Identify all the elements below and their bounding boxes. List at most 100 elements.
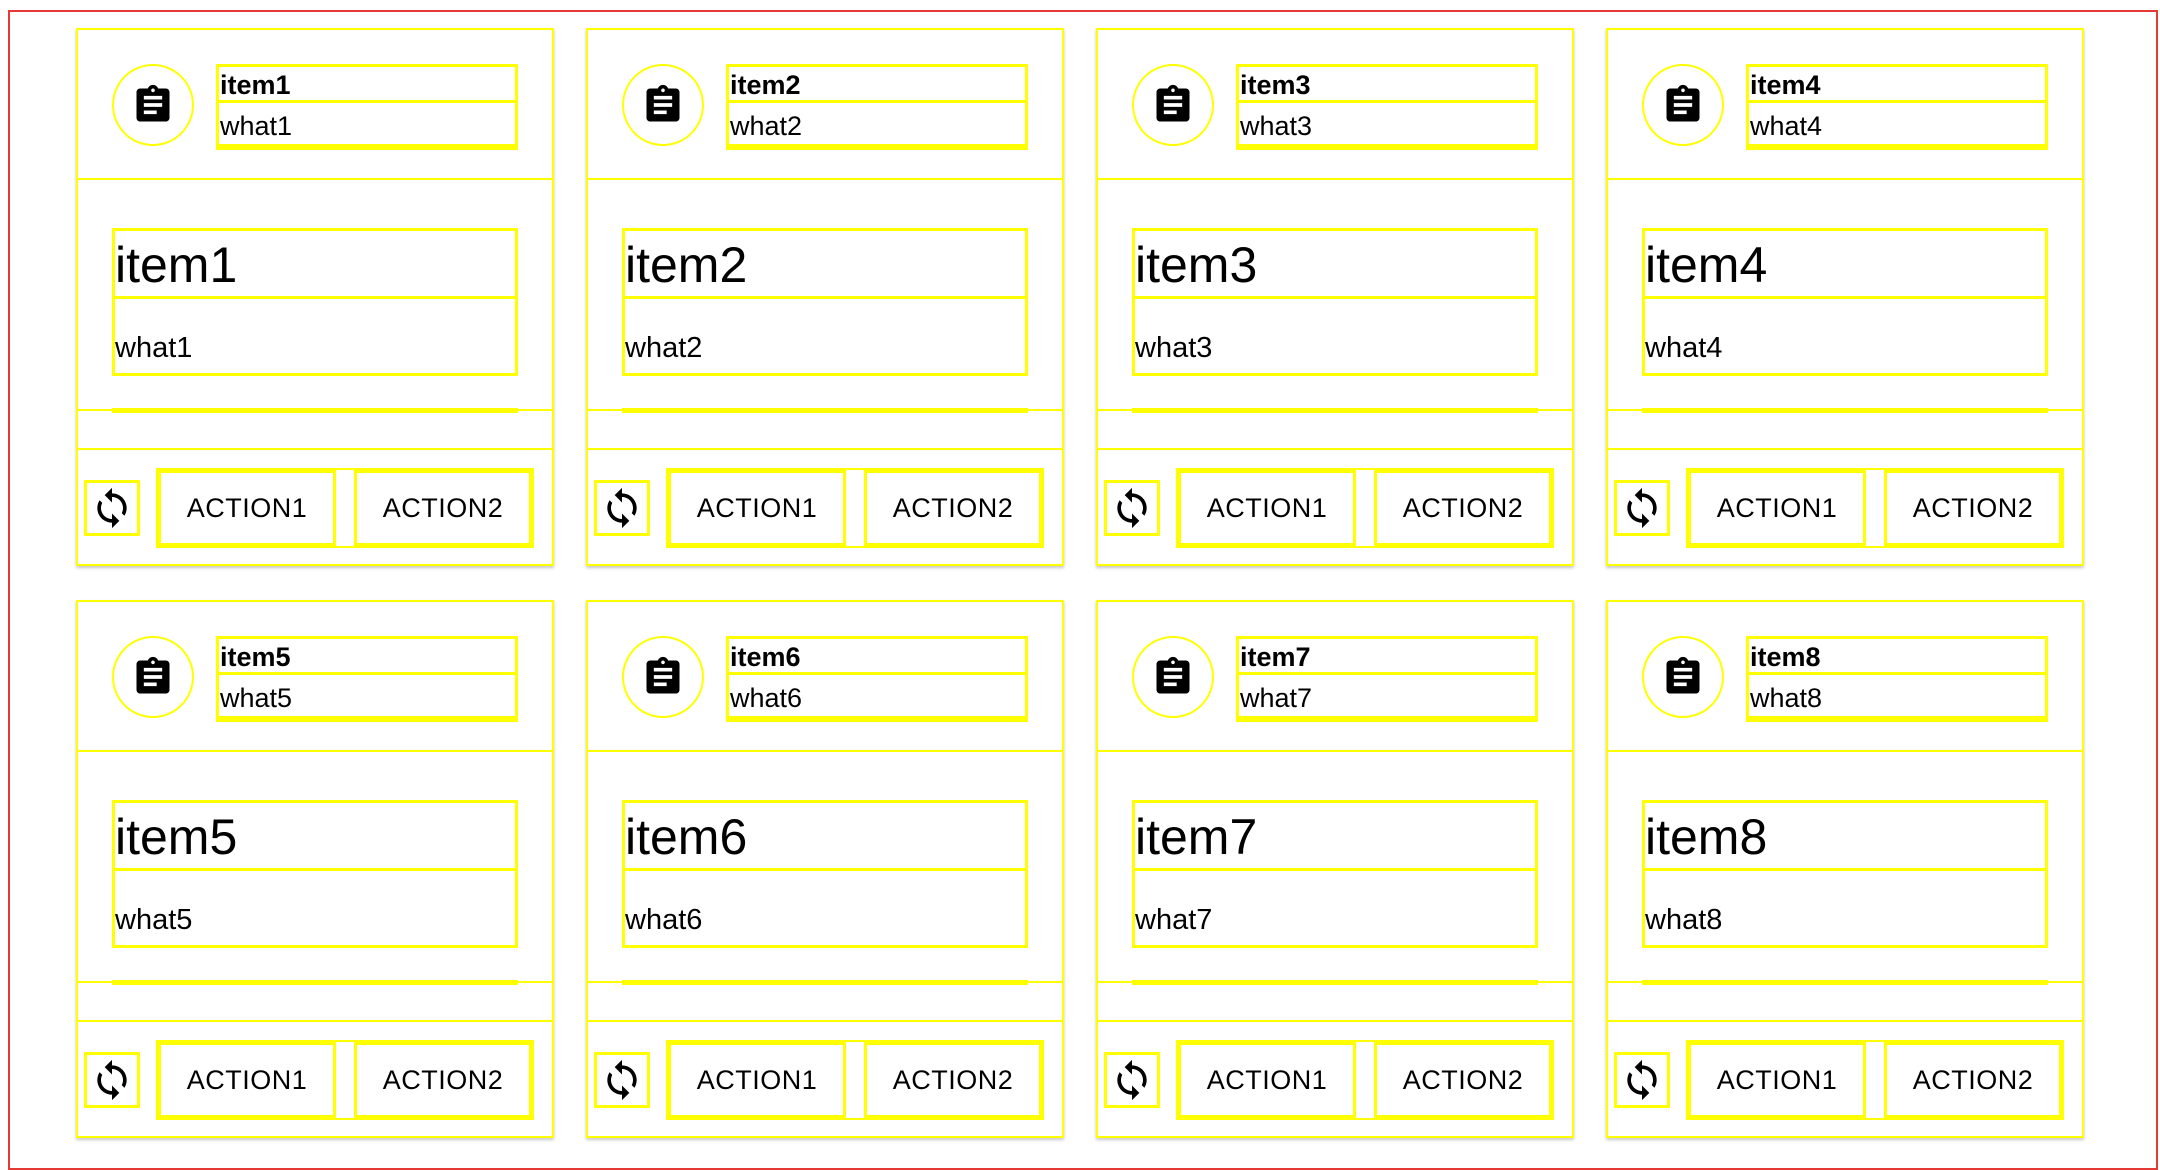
header-subtitle: what8 <box>1749 675 2045 719</box>
action2-button[interactable]: ACTION2 <box>354 1042 532 1118</box>
card-subtitle: what3 <box>1135 332 1213 364</box>
header-text: item1 what1 <box>216 64 518 150</box>
card-content: item6 what6 <box>622 800 1028 948</box>
card-actions: ACTION1 ACTION2 <box>1098 1020 1572 1136</box>
refresh-icon <box>607 1059 637 1101</box>
action2-button[interactable]: ACTION2 <box>864 470 1042 546</box>
card-content: item3 what3 <box>1132 228 1538 376</box>
header-text: item6 what6 <box>726 636 1028 722</box>
card-subtitle: what4 <box>1645 332 1723 364</box>
refresh-button[interactable] <box>594 480 650 536</box>
header-title: item5 <box>219 639 515 675</box>
refresh-icon <box>1117 1059 1147 1101</box>
refresh-button[interactable] <box>1104 1052 1160 1108</box>
action-buttons: ACTION1 ACTION2 <box>1176 1040 1554 1120</box>
refresh-button[interactable] <box>1614 480 1670 536</box>
refresh-button[interactable] <box>84 480 140 536</box>
card-actions: ACTION1 ACTION2 <box>78 448 552 564</box>
card-content: item2 what2 <box>622 228 1028 376</box>
card-content: item4 what4 <box>1642 228 2048 376</box>
card: item3 what3 item3 what3 ACTION1 ACTION2 <box>1096 28 1574 566</box>
action1-button[interactable]: ACTION1 <box>668 470 846 546</box>
header-text: item4 what4 <box>1746 64 2048 150</box>
action2-button[interactable]: ACTION2 <box>1884 1042 2062 1118</box>
avatar <box>1642 636 1724 718</box>
action-buttons: ACTION1 ACTION2 <box>666 1040 1044 1120</box>
header-text: item5 what5 <box>216 636 518 722</box>
refresh-button[interactable] <box>84 1052 140 1108</box>
card: item7 what7 item7 what7 ACTION1 ACTION2 <box>1096 600 1574 1138</box>
card-actions: ACTION1 ACTION2 <box>1608 1020 2082 1136</box>
card-actions: ACTION1 ACTION2 <box>1608 448 2082 564</box>
card-actions: ACTION1 ACTION2 <box>588 1020 1062 1136</box>
card-header: item7 what7 <box>1098 602 1572 752</box>
card-actions: ACTION1 ACTION2 <box>1098 448 1572 564</box>
card-header: item2 what2 <box>588 30 1062 180</box>
action1-button[interactable]: ACTION1 <box>1178 470 1356 546</box>
action1-button[interactable]: ACTION1 <box>158 1042 336 1118</box>
header-text: item2 what2 <box>726 64 1028 150</box>
action2-button[interactable]: ACTION2 <box>354 470 532 546</box>
card-title: item7 <box>1135 803 1535 871</box>
divider <box>1608 409 2082 411</box>
refresh-button[interactable] <box>594 1052 650 1108</box>
avatar <box>112 64 194 146</box>
card-header: item3 what3 <box>1098 30 1572 180</box>
card-content: item1 what1 <box>112 228 518 376</box>
refresh-icon <box>1627 1059 1657 1101</box>
header-title: item3 <box>1239 67 1535 103</box>
card-title: item8 <box>1645 803 2045 871</box>
card-title: item3 <box>1135 231 1535 299</box>
card-subtitle: what8 <box>1645 904 1723 936</box>
divider <box>588 981 1062 983</box>
card-content: item5 what5 <box>112 800 518 948</box>
avatar <box>112 636 194 718</box>
action1-button[interactable]: ACTION1 <box>668 1042 846 1118</box>
header-title: item4 <box>1749 67 2045 103</box>
refresh-icon <box>97 487 127 529</box>
header-subtitle: what7 <box>1239 675 1535 719</box>
card-actions: ACTION1 ACTION2 <box>588 448 1062 564</box>
action1-button[interactable]: ACTION1 <box>1688 1042 1866 1118</box>
card-title: item6 <box>625 803 1025 871</box>
card-title: item5 <box>115 803 515 871</box>
action-buttons: ACTION1 ACTION2 <box>666 468 1044 548</box>
avatar <box>622 64 704 146</box>
clipboard-icon <box>1156 656 1190 694</box>
divider <box>588 409 1062 411</box>
refresh-icon <box>607 487 637 529</box>
avatar <box>622 636 704 718</box>
action2-button[interactable]: ACTION2 <box>1374 1042 1552 1118</box>
card: item1 what1 item1 what1 ACTION1 ACTION2 <box>76 28 554 566</box>
divider <box>78 409 552 411</box>
action1-button[interactable]: ACTION1 <box>1178 1042 1356 1118</box>
action2-button[interactable]: ACTION2 <box>1374 470 1552 546</box>
divider <box>1608 981 2082 983</box>
action-buttons: ACTION1 ACTION2 <box>1686 1040 2064 1120</box>
card: item5 what5 item5 what5 ACTION1 ACTION2 <box>76 600 554 1138</box>
action1-button[interactable]: ACTION1 <box>1688 470 1866 546</box>
card: item4 what4 item4 what4 ACTION1 ACTION2 <box>1606 28 2084 566</box>
header-text: item3 what3 <box>1236 64 1538 150</box>
action-buttons: ACTION1 ACTION2 <box>156 468 534 548</box>
card-subtitle: what5 <box>115 904 193 936</box>
refresh-icon <box>1117 487 1147 529</box>
action-buttons: ACTION1 ACTION2 <box>156 1040 534 1120</box>
refresh-button[interactable] <box>1104 480 1160 536</box>
action2-button[interactable]: ACTION2 <box>1884 470 2062 546</box>
clipboard-icon <box>1156 84 1190 122</box>
action1-button[interactable]: ACTION1 <box>158 470 336 546</box>
header-title: item8 <box>1749 639 2045 675</box>
header-subtitle: what5 <box>219 675 515 719</box>
header-subtitle: what1 <box>219 103 515 147</box>
card: item2 what2 item2 what2 ACTION1 ACTION2 <box>586 28 1064 566</box>
header-title: item2 <box>729 67 1025 103</box>
card-subtitle: what2 <box>625 332 703 364</box>
clipboard-icon <box>646 84 680 122</box>
action2-button[interactable]: ACTION2 <box>864 1042 1042 1118</box>
avatar <box>1132 64 1214 146</box>
clipboard-icon <box>136 84 170 122</box>
divider <box>78 981 552 983</box>
card-subtitle: what6 <box>625 904 703 936</box>
refresh-button[interactable] <box>1614 1052 1670 1108</box>
